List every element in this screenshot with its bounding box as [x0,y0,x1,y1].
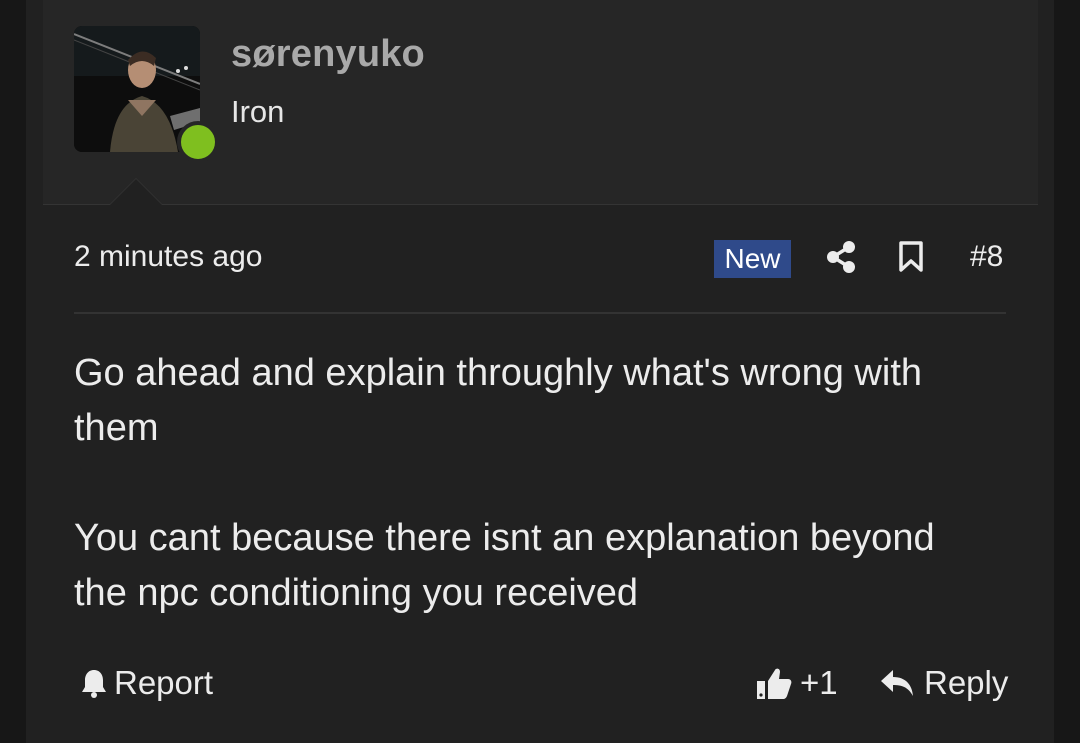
report-label: Report [114,664,214,701]
post-paragraph: Go ahead and explain throughly what's wr… [74,352,923,449]
post-content: Go ahead and explain throughly what's wr… [74,346,994,676]
share-icon[interactable] [826,240,856,274]
post-timestamp[interactable]: 2 minutes ago [74,240,262,274]
online-status-indicator [177,121,219,163]
new-badge: New [714,240,791,278]
post-number-link[interactable]: #8 [970,240,1003,274]
bookmark-icon[interactable] [898,240,924,274]
reply-button[interactable]: Reply [880,664,1008,702]
post-actions: Report +1 Reply [74,660,1008,712]
report-button[interactable]: Report [80,664,213,702]
like-button[interactable]: +1 [756,664,838,702]
divider [74,312,1006,314]
bell-icon [82,670,106,698]
post-meta: 2 minutes ago New #8 [74,232,1006,284]
user-title: Iron [231,94,285,129]
reply-label: Reply [924,664,1009,701]
thumbs-up-icon [757,668,792,699]
username[interactable]: sørenyuko [231,33,425,76]
user-block: sørenyuko Iron [43,0,1038,205]
forum-post: sørenyuko Iron 2 minutes ago New #8 Go a… [26,0,1054,743]
user-block-pointer [109,178,163,205]
like-count: +1 [800,664,838,701]
post-paragraph: You cant because there isnt an explanati… [74,517,935,614]
reply-arrow-icon [881,670,913,696]
